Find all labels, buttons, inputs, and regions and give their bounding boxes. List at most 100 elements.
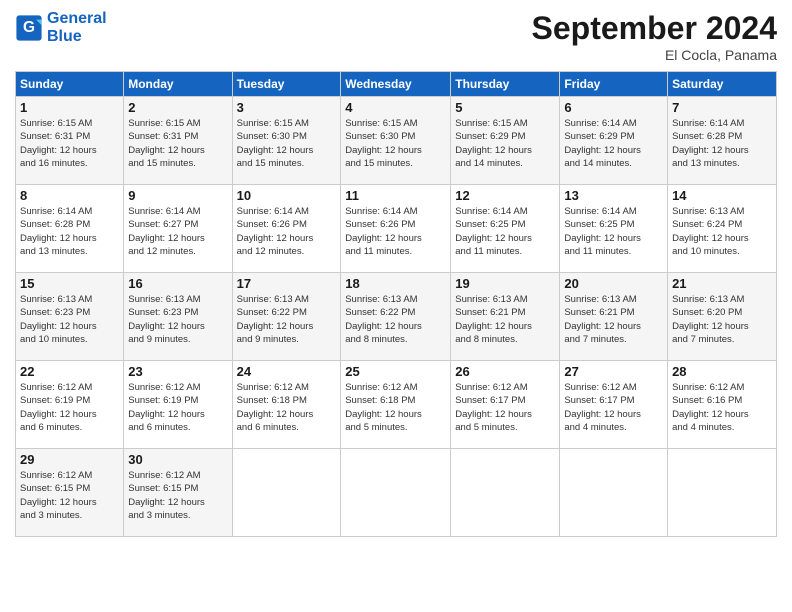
table-row: 18 Sunrise: 6:13 AM Sunset: 6:22 PM Dayli… xyxy=(341,273,451,361)
day-number: 9 xyxy=(128,188,227,203)
day-number: 27 xyxy=(564,364,663,379)
day-info: Sunrise: 6:13 AM Sunset: 6:22 PM Dayligh… xyxy=(345,293,446,346)
day-info: Sunrise: 6:13 AM Sunset: 6:23 PM Dayligh… xyxy=(20,293,119,346)
day-info: Sunrise: 6:14 AM Sunset: 6:26 PM Dayligh… xyxy=(345,205,446,258)
day-info: Sunrise: 6:12 AM Sunset: 6:17 PM Dayligh… xyxy=(564,381,663,434)
day-number: 29 xyxy=(20,452,119,467)
day-info: Sunrise: 6:12 AM Sunset: 6:18 PM Dayligh… xyxy=(345,381,446,434)
table-row: 29 Sunrise: 6:12 AM Sunset: 6:15 PM Dayli… xyxy=(16,449,124,537)
day-number: 28 xyxy=(672,364,772,379)
table-row xyxy=(560,449,668,537)
table-row: 26 Sunrise: 6:12 AM Sunset: 6:17 PM Dayli… xyxy=(451,361,560,449)
day-info: Sunrise: 6:14 AM Sunset: 6:28 PM Dayligh… xyxy=(20,205,119,258)
day-number: 12 xyxy=(455,188,555,203)
col-sunday: Sunday xyxy=(16,72,124,97)
table-row: 3 Sunrise: 6:15 AM Sunset: 6:30 PM Daylig… xyxy=(232,97,341,185)
day-info: Sunrise: 6:13 AM Sunset: 6:21 PM Dayligh… xyxy=(564,293,663,346)
day-number: 11 xyxy=(345,188,446,203)
day-info: Sunrise: 6:14 AM Sunset: 6:25 PM Dayligh… xyxy=(564,205,663,258)
table-row: 25 Sunrise: 6:12 AM Sunset: 6:18 PM Dayli… xyxy=(341,361,451,449)
day-number: 5 xyxy=(455,100,555,115)
day-number: 17 xyxy=(237,276,337,291)
day-info: Sunrise: 6:15 AM Sunset: 6:30 PM Dayligh… xyxy=(237,117,337,170)
day-number: 26 xyxy=(455,364,555,379)
day-info: Sunrise: 6:15 AM Sunset: 6:31 PM Dayligh… xyxy=(20,117,119,170)
day-info: Sunrise: 6:14 AM Sunset: 6:28 PM Dayligh… xyxy=(672,117,772,170)
day-number: 8 xyxy=(20,188,119,203)
day-number: 16 xyxy=(128,276,227,291)
table-row: 17 Sunrise: 6:13 AM Sunset: 6:22 PM Dayli… xyxy=(232,273,341,361)
day-number: 4 xyxy=(345,100,446,115)
day-number: 25 xyxy=(345,364,446,379)
day-number: 13 xyxy=(564,188,663,203)
col-wednesday: Wednesday xyxy=(341,72,451,97)
logo-general: General xyxy=(47,10,107,28)
calendar-table: Sunday Monday Tuesday Wednesday Thursday… xyxy=(15,71,777,537)
table-row: 21Sunrise: 6:13 AM Sunset: 6:20 PM Dayli… xyxy=(668,273,777,361)
day-number: 14 xyxy=(672,188,772,203)
table-row: 1 Sunrise: 6:15 AM Sunset: 6:31 PM Daylig… xyxy=(16,97,124,185)
table-row: 10Sunrise: 6:14 AM Sunset: 6:26 PM Dayli… xyxy=(232,185,341,273)
table-row: 12 Sunrise: 6:14 AM Sunset: 6:25 PM Dayli… xyxy=(451,185,560,273)
calendar-row: 15 Sunrise: 6:13 AM Sunset: 6:23 PM Dayli… xyxy=(16,273,777,361)
table-row xyxy=(232,449,341,537)
table-row: 14 Sunrise: 6:13 AM Sunset: 6:24 PM Dayli… xyxy=(668,185,777,273)
day-number: 3 xyxy=(237,100,337,115)
day-info: Sunrise: 6:12 AM Sunset: 6:19 PM Dayligh… xyxy=(128,381,227,434)
day-number: 22 xyxy=(20,364,119,379)
calendar-row: 8 Sunrise: 6:14 AM Sunset: 6:28 PM Daylig… xyxy=(16,185,777,273)
col-thursday: Thursday xyxy=(451,72,560,97)
table-row: 27 Sunrise: 6:12 AM Sunset: 6:17 PM Dayli… xyxy=(560,361,668,449)
calendar-row: 1 Sunrise: 6:15 AM Sunset: 6:31 PM Daylig… xyxy=(16,97,777,185)
day-info: Sunrise: 6:12 AM Sunset: 6:15 PM Dayligh… xyxy=(20,469,119,522)
col-friday: Friday xyxy=(560,72,668,97)
day-info: Sunrise: 6:13 AM Sunset: 6:22 PM Dayligh… xyxy=(237,293,337,346)
day-info: Sunrise: 6:15 AM Sunset: 6:30 PM Dayligh… xyxy=(345,117,446,170)
table-row: 8 Sunrise: 6:14 AM Sunset: 6:28 PM Daylig… xyxy=(16,185,124,273)
col-saturday: Saturday xyxy=(668,72,777,97)
calendar-row: 22 Sunrise: 6:12 AM Sunset: 6:19 PM Dayli… xyxy=(16,361,777,449)
day-info: Sunrise: 6:13 AM Sunset: 6:24 PM Dayligh… xyxy=(672,205,772,258)
day-number: 6 xyxy=(564,100,663,115)
table-row: 30Sunrise: 6:12 AM Sunset: 6:15 PM Dayli… xyxy=(124,449,232,537)
day-info: Sunrise: 6:12 AM Sunset: 6:15 PM Dayligh… xyxy=(128,469,227,522)
month-title: September 2024 xyxy=(532,10,777,47)
table-row: 2Sunrise: 6:15 AM Sunset: 6:31 PM Daylig… xyxy=(124,97,232,185)
day-number: 7 xyxy=(672,100,772,115)
table-row: 7 Sunrise: 6:14 AM Sunset: 6:28 PM Daylig… xyxy=(668,97,777,185)
table-row: 23 Sunrise: 6:12 AM Sunset: 6:19 PM Dayli… xyxy=(124,361,232,449)
day-info: Sunrise: 6:15 AM Sunset: 6:31 PM Dayligh… xyxy=(128,117,227,170)
day-info: Sunrise: 6:12 AM Sunset: 6:19 PM Dayligh… xyxy=(20,381,119,434)
day-info: Sunrise: 6:14 AM Sunset: 6:29 PM Dayligh… xyxy=(564,117,663,170)
table-row: 13 Sunrise: 6:14 AM Sunset: 6:25 PM Dayli… xyxy=(560,185,668,273)
table-row: 9Sunrise: 6:14 AM Sunset: 6:27 PM Daylig… xyxy=(124,185,232,273)
table-row: 11 Sunrise: 6:14 AM Sunset: 6:26 PM Dayli… xyxy=(341,185,451,273)
day-number: 1 xyxy=(20,100,119,115)
title-block: September 2024 El Cocla, Panama xyxy=(532,10,777,63)
day-number: 23 xyxy=(128,364,227,379)
day-number: 24 xyxy=(237,364,337,379)
logo: G General Blue xyxy=(15,10,107,45)
header: G General Blue September 2024 El Cocla, … xyxy=(15,10,777,63)
day-info: Sunrise: 6:14 AM Sunset: 6:26 PM Dayligh… xyxy=(237,205,337,258)
day-info: Sunrise: 6:12 AM Sunset: 6:18 PM Dayligh… xyxy=(237,381,337,434)
location: El Cocla, Panama xyxy=(532,47,777,63)
table-row: 22 Sunrise: 6:12 AM Sunset: 6:19 PM Dayli… xyxy=(16,361,124,449)
day-number: 21 xyxy=(672,276,772,291)
day-info: Sunrise: 6:12 AM Sunset: 6:16 PM Dayligh… xyxy=(672,381,772,434)
col-monday: Monday xyxy=(124,72,232,97)
table-row: 24 Sunrise: 6:12 AM Sunset: 6:18 PM Dayli… xyxy=(232,361,341,449)
day-info: Sunrise: 6:13 AM Sunset: 6:21 PM Dayligh… xyxy=(455,293,555,346)
day-number: 20 xyxy=(564,276,663,291)
day-info: Sunrise: 6:13 AM Sunset: 6:23 PM Dayligh… xyxy=(128,293,227,346)
day-number: 18 xyxy=(345,276,446,291)
day-info: Sunrise: 6:12 AM Sunset: 6:17 PM Dayligh… xyxy=(455,381,555,434)
day-info: Sunrise: 6:14 AM Sunset: 6:25 PM Dayligh… xyxy=(455,205,555,258)
table-row xyxy=(668,449,777,537)
table-row xyxy=(341,449,451,537)
logo-icon: G xyxy=(15,14,43,42)
table-row: 6 Sunrise: 6:14 AM Sunset: 6:29 PM Daylig… xyxy=(560,97,668,185)
table-row: 5Sunrise: 6:15 AM Sunset: 6:29 PM Daylig… xyxy=(451,97,560,185)
day-number: 15 xyxy=(20,276,119,291)
column-headers: Sunday Monday Tuesday Wednesday Thursday… xyxy=(16,72,777,97)
